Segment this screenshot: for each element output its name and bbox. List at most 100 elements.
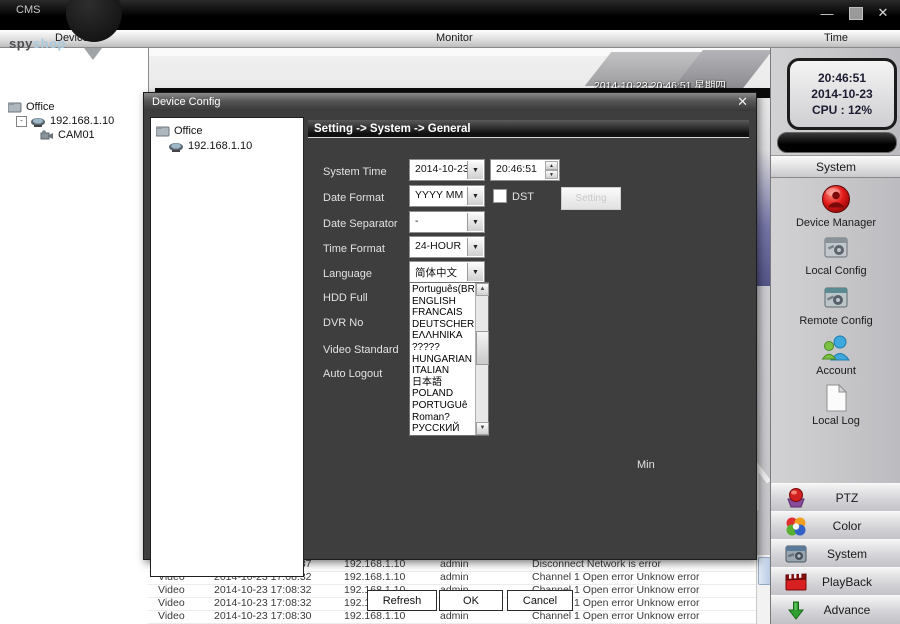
tool-label: Local Log xyxy=(812,415,860,427)
tool-account[interactable]: Account xyxy=(771,333,900,377)
chevron-down-icon[interactable]: ▼ xyxy=(467,161,483,179)
language-option[interactable]: ITALIAN xyxy=(412,365,475,377)
date-separator-combo[interactable]: - ▼ xyxy=(409,211,485,233)
language-option[interactable]: PORTUGUê xyxy=(412,400,475,412)
date-format-combo[interactable]: YYYY MM DD ▼ xyxy=(409,185,485,207)
nav-color-button[interactable]: Color xyxy=(771,511,900,541)
log-time: 2014-10-23 17:08:30 xyxy=(214,610,332,622)
maximize-icon xyxy=(849,7,863,20)
system-date-value: 2014-10-23 xyxy=(415,163,469,175)
watermark-brand-spy: spy xyxy=(9,36,33,51)
settings-breadcrumb: Setting -> System -> General xyxy=(308,120,749,138)
chevron-down-icon[interactable]: ▼ xyxy=(467,213,483,231)
log-description: Channel 1 Open error Unknow error xyxy=(532,571,747,583)
tree-item-label: CAM01 xyxy=(58,129,95,141)
language-option[interactable]: 日本語 xyxy=(412,377,475,389)
chevron-down-icon[interactable]: ▼ xyxy=(467,263,483,281)
device-icon xyxy=(169,141,184,152)
cpu-usage: CPU : 12% xyxy=(812,103,872,117)
tool-local-log[interactable]: Local Log xyxy=(771,383,900,427)
log-ip: 192.168.1.10 xyxy=(344,571,432,583)
nav-playback-button[interactable]: PlayBack xyxy=(771,567,900,597)
nav-label: Advance xyxy=(807,603,887,617)
dst-label: DST xyxy=(512,191,534,203)
menu-monitor[interactable]: Monitor xyxy=(436,32,473,44)
settings-breadcrumb-text: Setting -> System -> General xyxy=(314,123,471,135)
group-folder-icon xyxy=(8,101,22,113)
language-dropdown-list: Português(BR) ENGLISH FRANCAIS DEUTSCHER… xyxy=(409,282,489,436)
date-format-label: Date Format xyxy=(323,192,384,204)
close-button[interactable]: ✕ xyxy=(872,4,894,22)
scrollbar-thumb[interactable] xyxy=(476,331,489,365)
language-option[interactable]: Português(BR) xyxy=(412,284,475,296)
tree-item-camera[interactable]: CAM01 xyxy=(40,129,95,141)
dvr-no-label: DVR No xyxy=(323,317,363,329)
language-value: 简体中文 xyxy=(415,265,457,280)
language-option[interactable]: ????? xyxy=(412,342,475,354)
language-option[interactable]: ENGLISH xyxy=(412,296,475,308)
menu-bar: Device Monitor Time xyxy=(0,30,900,48)
language-list-scrollbar[interactable]: ▲ ▼ xyxy=(475,283,488,435)
dialog-tree-item-device[interactable]: 192.168.1.10 xyxy=(169,140,252,152)
language-option[interactable]: FRANCAIS xyxy=(412,307,475,319)
cancel-button[interactable]: Cancel xyxy=(507,590,573,611)
device-tree-panel: Office - 192.168.1.10 CAM01 xyxy=(0,47,149,624)
dst-checkbox[interactable] xyxy=(493,189,507,203)
time-format-combo[interactable]: 24-HOUR ▼ xyxy=(409,236,485,258)
scroll-down-icon[interactable]: ▼ xyxy=(476,422,489,435)
refresh-button[interactable]: Refresh xyxy=(367,590,437,611)
device-config-dialog: Device Config ✕ Office 192.168.1.10 Sett… xyxy=(143,92,757,560)
spin-up-icon[interactable]: ▲ xyxy=(545,161,558,170)
collapse-expander-icon[interactable]: - xyxy=(16,116,27,127)
language-option[interactable]: POLAND xyxy=(412,388,475,400)
system-time-value: 20:46:51 xyxy=(496,163,537,175)
chevron-down-icon[interactable]: ▼ xyxy=(467,187,483,205)
language-option[interactable]: ΕΛΛΗΝΙΚΑ xyxy=(412,330,475,342)
dialog-close-icon[interactable]: ✕ xyxy=(737,94,748,110)
log-time: 2014-10-23 17:08:32 xyxy=(214,597,332,609)
menu-time[interactable]: Time xyxy=(824,32,848,44)
spin-down-icon[interactable]: ▼ xyxy=(545,170,558,179)
dialog-title-bar[interactable]: Device Config ✕ xyxy=(144,93,756,111)
time-format-value: 24-HOUR xyxy=(415,240,461,252)
maximize-button[interactable] xyxy=(845,4,867,22)
local-config-icon xyxy=(821,233,851,263)
watermark-logo-arrow xyxy=(84,48,102,60)
log-user: admin xyxy=(440,610,530,622)
dialog-tree-item-group[interactable]: Office xyxy=(156,125,203,137)
tool-label: Local Config xyxy=(805,265,866,277)
dialog-title: Device Config xyxy=(152,96,220,108)
language-option[interactable]: HUNGARIAN xyxy=(412,354,475,366)
nav-ptz-button[interactable]: PTZ xyxy=(771,483,900,513)
video-standard-label: Video Standard xyxy=(323,344,399,356)
language-option[interactable]: РУССКИЙ xyxy=(412,423,475,434)
chevron-down-icon[interactable]: ▼ xyxy=(467,238,483,256)
minimize-button[interactable]: — xyxy=(816,4,838,22)
group-folder-icon xyxy=(156,125,170,137)
log-description: Channel 1 Open error Unknow error xyxy=(532,610,747,622)
language-combo[interactable]: 简体中文 ▼ xyxy=(409,261,485,283)
scroll-up-icon[interactable]: ▲ xyxy=(476,283,489,296)
log-ip: 192.168.1.10 xyxy=(344,610,432,622)
clock-panel: 20:46:51 2014-10-23 CPU : 12% xyxy=(787,58,897,130)
tree-item-device[interactable]: - 192.168.1.10 xyxy=(16,115,114,127)
nav-system-button[interactable]: System xyxy=(771,539,900,569)
ptz-icon xyxy=(785,487,807,509)
language-option[interactable]: DEUTSCHER xyxy=(412,319,475,331)
collapse-pill-button[interactable] xyxy=(777,132,897,153)
tool-remote-config[interactable]: Remote Config xyxy=(771,283,900,327)
tool-device-manager[interactable]: Device Manager xyxy=(771,183,900,229)
tool-label: Device Manager xyxy=(796,217,876,229)
title-bar: CMS — ✕ xyxy=(0,0,900,30)
tool-local-config[interactable]: Local Config xyxy=(771,233,900,277)
language-option[interactable]: Roman? xyxy=(412,412,475,424)
system-time-spinner[interactable]: 20:46:51 ▲▼ xyxy=(490,159,560,181)
log-row[interactable]: Video 2014-10-23 17:08:30 192.168.1.10 a… xyxy=(148,610,756,624)
log-table-scrollbar[interactable] xyxy=(756,555,771,624)
system-date-combo[interactable]: 2014-10-23 ▼ xyxy=(409,159,485,181)
hdd-full-label: HDD Full xyxy=(323,292,368,304)
right-sidebar: 20:46:51 2014-10-23 CPU : 12% System Dev… xyxy=(770,47,900,624)
nav-advance-button[interactable]: Advance xyxy=(771,595,900,624)
tree-item-group[interactable]: Office xyxy=(8,101,55,113)
ok-button[interactable]: OK xyxy=(439,590,503,611)
